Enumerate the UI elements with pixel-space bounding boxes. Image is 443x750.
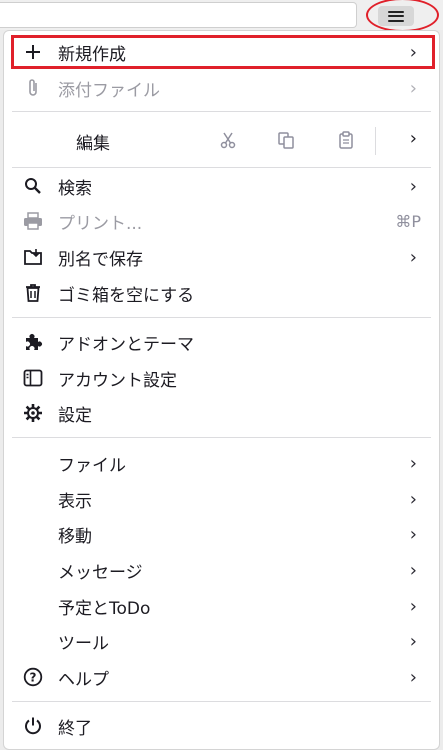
menu-item-label: 予定とToDo bbox=[58, 598, 151, 619]
copy-icon[interactable] bbox=[274, 129, 298, 151]
search-icon bbox=[22, 175, 44, 197]
account-settings-icon bbox=[22, 367, 44, 389]
power-icon bbox=[22, 715, 44, 737]
chevron-right-icon: › bbox=[409, 595, 417, 617]
menu-item-label: 移動 bbox=[58, 526, 92, 547]
menu-item-label: アドオンとテーマ bbox=[58, 334, 194, 355]
scissors-icon[interactable] bbox=[216, 129, 240, 151]
printer-icon bbox=[22, 210, 44, 232]
menu-item-label: プリント... bbox=[58, 213, 143, 234]
chevron-right-icon: › bbox=[409, 523, 417, 545]
menu-item-label: ツール bbox=[58, 633, 109, 654]
menu-item-file[interactable]: ファイル › bbox=[4, 446, 439, 480]
menu-item-print: プリント... ⌘P bbox=[4, 204, 439, 238]
chevron-right-icon: › bbox=[409, 488, 417, 510]
menu-item-go[interactable]: 移動 › bbox=[4, 517, 439, 551]
menu-item-label: 添付ファイル bbox=[58, 80, 160, 101]
menu-item-label: 検索 bbox=[58, 178, 92, 199]
menu-item-tools[interactable]: ツール › bbox=[4, 624, 439, 658]
shortcut-label: ⌘P bbox=[395, 211, 421, 231]
menu-item-addons[interactable]: アドオンとテーマ bbox=[4, 325, 439, 359]
save-folder-icon bbox=[22, 246, 44, 268]
new-item-annotation-box bbox=[11, 35, 435, 69]
clipboard-icon[interactable] bbox=[334, 129, 358, 151]
menu-item-label: 別名で保存 bbox=[58, 249, 143, 270]
menu-item-help[interactable]: ? ヘルプ › bbox=[4, 660, 439, 694]
separator bbox=[12, 317, 431, 318]
paperclip-icon bbox=[22, 77, 44, 99]
menu-item-find[interactable]: 検索 › bbox=[4, 169, 439, 203]
chevron-right-icon[interactable]: › bbox=[410, 128, 417, 149]
separator bbox=[12, 437, 431, 438]
chevron-right-icon: › bbox=[409, 246, 417, 268]
chevron-right-icon: › bbox=[409, 559, 417, 581]
menu-item-label: ゴミ箱を空にする bbox=[58, 285, 195, 306]
menu-item-empty-trash[interactable]: ゴミ箱を空にする bbox=[4, 276, 439, 310]
chevron-right-icon: › bbox=[409, 666, 417, 688]
menu-item-label: ファイル bbox=[58, 455, 126, 476]
app-menu-panel: 新規作成 › 添付ファイル › 編集 › 検索 › プリント... ⌘P 別名で… bbox=[3, 30, 440, 750]
menu-item-events-tasks[interactable]: 予定とToDo › bbox=[4, 589, 439, 623]
separator bbox=[12, 701, 431, 702]
separator bbox=[12, 111, 431, 112]
puzzle-icon bbox=[22, 331, 44, 353]
vertical-separator bbox=[375, 127, 376, 155]
menu-item-attachments: 添付ファイル › bbox=[4, 71, 439, 105]
menu-item-settings[interactable]: 設定 bbox=[4, 396, 439, 430]
trash-icon bbox=[22, 282, 44, 304]
chevron-right-icon: › bbox=[409, 175, 417, 197]
chevron-right-icon: › bbox=[409, 630, 417, 652]
menu-item-label: 終了 bbox=[58, 718, 92, 739]
chevron-right-icon: › bbox=[409, 452, 417, 474]
menu-item-label: メッセージ bbox=[58, 562, 143, 583]
menu-item-edit: 編集 › bbox=[4, 119, 439, 161]
help-icon: ? bbox=[22, 666, 44, 688]
toolbar bbox=[0, 0, 443, 32]
menu-item-save-as[interactable]: 別名で保存 › bbox=[4, 240, 439, 274]
menu-item-label: 編集 bbox=[76, 134, 110, 154]
chevron-right-icon: › bbox=[409, 77, 417, 99]
gear-icon bbox=[22, 402, 44, 424]
menu-item-label: ヘルプ bbox=[58, 669, 109, 690]
separator bbox=[12, 167, 431, 168]
menu-item-message[interactable]: メッセージ › bbox=[4, 553, 439, 587]
toolbar-field[interactable] bbox=[0, 2, 357, 28]
menu-item-label: 設定 bbox=[58, 405, 92, 426]
svg-text:?: ? bbox=[30, 671, 37, 685]
menu-item-view[interactable]: 表示 › bbox=[4, 482, 439, 516]
menu-item-label: アカウント設定 bbox=[58, 370, 177, 391]
menu-item-account-settings[interactable]: アカウント設定 bbox=[4, 361, 439, 395]
menu-item-label: 表示 bbox=[58, 491, 92, 512]
menu-button-annotation-circle bbox=[366, 0, 439, 32]
menu-item-quit[interactable]: 終了 bbox=[4, 709, 439, 743]
